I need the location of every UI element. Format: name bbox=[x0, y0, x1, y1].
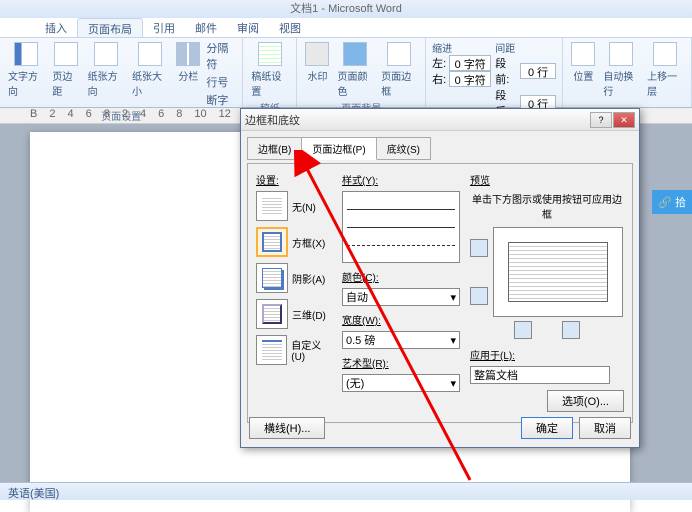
indent-left-label: 左: bbox=[432, 55, 446, 71]
position-button[interactable]: 位置 bbox=[569, 40, 597, 85]
page-color-button[interactable]: 页面颜色 bbox=[335, 40, 375, 100]
apply-label: 应用于(L): bbox=[470, 347, 624, 362]
preview-page bbox=[508, 242, 608, 302]
wrap-icon bbox=[609, 42, 633, 66]
setting-none[interactable]: 无(N) bbox=[256, 191, 334, 221]
orientation-icon bbox=[94, 42, 118, 66]
none-icon bbox=[256, 191, 288, 221]
ok-button[interactable]: 确定 bbox=[521, 417, 573, 439]
indent-right-label: 右: bbox=[432, 71, 446, 87]
setting-shadow[interactable]: 阴影(A) bbox=[256, 263, 334, 293]
three-d-icon bbox=[256, 299, 288, 329]
style-label: 样式(Y): bbox=[342, 172, 462, 187]
dialog-titlebar[interactable]: 边框和底纹 ? ✕ bbox=[241, 109, 639, 131]
page-border-icon bbox=[387, 42, 411, 66]
wrap-button[interactable]: 自动换行 bbox=[601, 40, 641, 100]
margins-button[interactable]: 页边距 bbox=[50, 40, 81, 100]
page-color-icon bbox=[343, 42, 367, 66]
indent-left-input[interactable]: 0 字符 bbox=[449, 55, 491, 71]
statusbar: 英语(美国) bbox=[0, 482, 692, 500]
preview-top-handle[interactable] bbox=[470, 239, 488, 257]
dialog-tab-border[interactable]: 边框(B) bbox=[247, 137, 302, 160]
preview-bottom-handle[interactable] bbox=[470, 287, 488, 305]
preview-right-handle[interactable] bbox=[562, 321, 580, 339]
orientation-button[interactable]: 纸张方向 bbox=[86, 40, 126, 100]
preview-label: 预览 bbox=[470, 172, 624, 187]
tab-mail[interactable]: 邮件 bbox=[185, 18, 227, 37]
hyphenation-button[interactable]: 断字 bbox=[206, 92, 236, 108]
columns-button[interactable]: 分栏 bbox=[174, 40, 202, 85]
manuscript-icon bbox=[258, 42, 282, 66]
watermark-icon bbox=[305, 42, 329, 66]
ribbon-tabs: 插入 页面布局 引用 邮件 审阅 视图 bbox=[0, 18, 692, 38]
bring-forward-icon bbox=[653, 42, 677, 66]
art-select[interactable]: (无)▾ bbox=[342, 374, 460, 392]
dialog-tab-page-border[interactable]: 页面边框(P) bbox=[301, 137, 376, 160]
settings-label: 设置: bbox=[256, 172, 334, 187]
custom-icon bbox=[256, 335, 287, 365]
position-icon bbox=[571, 42, 595, 66]
borders-shading-dialog: 边框和底纹 ? ✕ 边框(B) 页面边框(P) 底纹(S) 设置: 无(N) 方… bbox=[240, 108, 640, 448]
ribbon: 文字方向 页边距 纸张方向 纸张大小 分栏 分隔符 行号 断字 页面设置 稿纸设… bbox=[0, 38, 692, 108]
close-button[interactable]: ✕ bbox=[613, 112, 635, 128]
status-language: 英语(美国) bbox=[8, 488, 59, 500]
cancel-button[interactable]: 取消 bbox=[579, 417, 631, 439]
dialog-title: 边框和底纹 bbox=[245, 112, 590, 128]
line-numbers-button[interactable]: 行号 bbox=[206, 74, 236, 90]
space-before-input[interactable]: 0 行 bbox=[520, 63, 557, 79]
tab-insert[interactable]: 插入 bbox=[35, 18, 77, 37]
art-label: 艺术型(R): bbox=[342, 355, 462, 370]
help-button[interactable]: ? bbox=[590, 112, 612, 128]
tab-page-layout[interactable]: 页面布局 bbox=[77, 18, 143, 37]
style-list[interactable] bbox=[342, 191, 460, 263]
breaks-button[interactable]: 分隔符 bbox=[206, 40, 236, 72]
apply-select[interactable]: 整篇文档 bbox=[470, 366, 610, 384]
window-titlebar: 文档1 - Microsoft Word bbox=[0, 0, 692, 18]
page-border-button[interactable]: 页面边框 bbox=[379, 40, 419, 100]
size-icon bbox=[138, 42, 162, 66]
preview-hint: 单击下方图示或使用按钮可应用边框 bbox=[470, 191, 624, 221]
width-label: 宽度(W): bbox=[342, 312, 462, 327]
watermark-button[interactable]: 水印 bbox=[303, 40, 331, 85]
side-tag[interactable]: 🔗 拾 bbox=[652, 190, 692, 214]
text-direction-icon bbox=[14, 42, 38, 66]
size-button[interactable]: 纸张大小 bbox=[130, 40, 170, 100]
setting-box[interactable]: 方框(X) bbox=[256, 227, 334, 257]
text-direction-button[interactable]: 文字方向 bbox=[6, 40, 46, 100]
link-icon: 🔗 bbox=[658, 196, 672, 209]
tab-reference[interactable]: 引用 bbox=[143, 18, 185, 37]
setting-3d[interactable]: 三维(D) bbox=[256, 299, 334, 329]
dialog-tab-shading[interactable]: 底纹(S) bbox=[376, 137, 431, 160]
color-label: 颜色(C): bbox=[342, 269, 462, 284]
columns-icon bbox=[176, 42, 200, 66]
tab-review[interactable]: 审阅 bbox=[227, 18, 269, 37]
color-select[interactable]: 自动▾ bbox=[342, 288, 460, 306]
width-select[interactable]: 0.5 磅▾ bbox=[342, 331, 460, 349]
indent-right-input[interactable]: 0 字符 bbox=[449, 71, 491, 87]
hline-button[interactable]: 横线(H)... bbox=[249, 417, 325, 439]
tab-view[interactable]: 视图 bbox=[269, 18, 311, 37]
options-button[interactable]: 选项(O)... bbox=[547, 390, 624, 412]
shadow-icon bbox=[256, 263, 288, 293]
box-icon bbox=[256, 227, 288, 257]
preview-left-handle[interactable] bbox=[514, 321, 532, 339]
bring-forward-button[interactable]: 上移一层 bbox=[645, 40, 685, 100]
manuscript-button[interactable]: 稿纸设置 bbox=[249, 40, 290, 100]
preview-box bbox=[493, 227, 623, 317]
space-before-label: 段前: bbox=[495, 55, 517, 87]
window-title: 文档1 - Microsoft Word bbox=[290, 3, 402, 15]
margins-icon bbox=[54, 42, 78, 66]
setting-custom[interactable]: 自定义(U) bbox=[256, 335, 334, 365]
